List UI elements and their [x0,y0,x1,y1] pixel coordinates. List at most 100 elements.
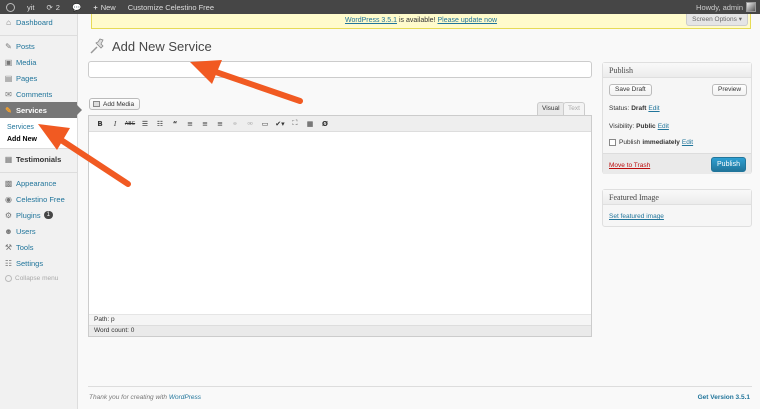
spellcheck-icon[interactable]: ✔▾ [274,118,286,129]
sidebar-item-tools[interactable]: ⚒ Tools [0,239,77,255]
submenu-item-services[interactable]: Services [0,121,77,133]
wp-logo-menu[interactable] [0,0,21,14]
editor-path: Path: p [89,314,591,325]
editor-content-area[interactable] [89,132,591,314]
set-featured-image-link[interactable]: Set featured image [609,213,664,220]
pin-icon: ✎ [5,41,12,51]
wordpress-logo-icon [6,2,15,12]
sidebar-item-testimonials[interactable]: ▦ Testimonials [0,151,77,167]
tools-icon: ⚒ [4,242,13,252]
kitchen-sink-icon[interactable]: ▦ [304,118,316,129]
plus-icon: + [93,2,98,12]
featured-image-box: Featured Image Set featured image [602,189,752,227]
submenu-item-add-new[interactable]: Add New [0,133,77,145]
publish-box-title: Publish [603,63,751,78]
menu-separator [0,30,77,36]
users-icon: ☻ [4,226,13,236]
strikethrough-icon[interactable]: ABC [124,118,136,129]
refresh-icon: ⟳ [46,2,53,12]
bullet-list-icon[interactable]: ☰ [139,118,151,129]
align-center-icon[interactable]: ≡ [199,118,211,129]
unlink-icon[interactable]: ⚮ [244,118,256,129]
admin-bar: yit ⟳ 2 💬 + New Customize Celestino Free H… [0,0,760,14]
numbered-list-icon[interactable]: ☷ [154,118,166,129]
settings-icon: ☷ [4,258,13,268]
footer-divider [88,386,752,387]
media-icon: ▣ [4,57,13,67]
schedule-row: Publish immediately Edit [609,139,693,146]
sidebar-item-pages[interactable]: ▤ Pages [0,70,77,86]
collapse-icon [5,274,12,282]
services-submenu: Services Add New [0,118,77,149]
collapse-menu-button[interactable]: Collapse menu [0,271,77,285]
wordpress-link[interactable]: WordPress [169,394,201,401]
publish-actions: Move to Trash Publish [603,153,751,174]
featured-image-title: Featured Image [603,190,751,205]
fullscreen-icon[interactable]: ⛶ [289,118,301,129]
updates-link[interactable]: ⟳ 2 [41,0,66,14]
dashboard-icon: ⌂ [6,17,11,27]
comments-link[interactable]: 💬 [66,0,87,14]
comment-bubble-icon: 💬 [71,2,82,12]
italic-icon[interactable]: I [109,118,121,129]
page-header: Add New Service [89,37,212,55]
edit-visibility-link[interactable]: Edit [658,123,669,130]
editor-toolbar: B I ABC ☰ ☷ “ ≡ ≡ ≡ ⚭ ⚮ ▭ ✔▾ ⛶ ▦ Ø [89,116,591,132]
customize-link[interactable]: Customize Celestino Free [122,0,220,14]
services-icon: ✎ [5,105,12,115]
align-right-icon[interactable]: ≡ [214,118,226,129]
publish-button[interactable]: Publish [711,157,746,172]
sidebar-item-plugins[interactable]: ⚙ Plugins 1 [0,207,77,223]
testimonials-icon: ▦ [4,154,13,164]
sidebar-item-comments[interactable]: ✉ Comments [0,86,77,102]
media-icon [93,101,100,107]
bold-icon[interactable]: B [94,118,106,129]
visibility-row: Visibility: Public Edit [609,123,669,130]
new-content-link[interactable]: + New [87,0,121,14]
sidebar-item-posts[interactable]: ✎ Posts [0,38,77,54]
sidebar-item-appearance[interactable]: ▩ Appearance [0,175,77,191]
content-editor: B I ABC ☰ ☷ “ ≡ ≡ ≡ ⚭ ⚮ ▭ ✔▾ ⛶ ▦ Ø Path:… [88,115,592,337]
edit-status-link[interactable]: Edit [648,105,659,112]
comment-icon: ✉ [5,89,12,99]
appearance-icon: ▩ [4,178,13,188]
admin-sidebar: ⌂ Dashboard ✎ Posts ▣ Media ▤ Pages ✉ Comment… [0,14,82,409]
pushpin-icon [90,38,104,54]
menu-separator [0,167,77,173]
link-icon[interactable]: ⚭ [229,118,241,129]
sidebar-item-dashboard[interactable]: ⌂ Dashboard [0,14,77,30]
sidebar-item-celestino-free[interactable]: ◉ Celestino Free [0,191,77,207]
wordpress-version-link[interactable]: WordPress 3.5.1 [345,17,397,24]
screen-options-button[interactable]: Screen Options ▾ [686,14,748,26]
plugins-update-badge: 1 [43,211,53,219]
update-now-link[interactable]: Please update now [437,17,497,24]
sidebar-item-media[interactable]: ▣ Media [0,54,77,70]
blockquote-icon[interactable]: “ [169,118,181,129]
sidebar-item-users[interactable]: ☻ Users [0,223,77,239]
word-count: Word count: 0 [89,325,591,336]
calendar-icon [609,139,616,146]
get-version-link[interactable]: Get Version 3.5.1 [698,394,750,401]
account-menu[interactable]: Howdy, admin [696,2,760,12]
align-left-icon[interactable]: ≡ [184,118,196,129]
sidebar-item-services[interactable]: ✎ Services [0,102,82,118]
theme-icon: ◉ [5,194,12,204]
page-title: Add New Service [112,38,212,54]
footer-credit: Thank you for creating with WordPress [89,394,202,401]
status-row: Status: Draft Edit [609,105,660,112]
site-name-link[interactable]: yit [21,0,41,14]
avatar [746,2,756,12]
title-input[interactable] [88,61,592,78]
tab-visual[interactable]: Visual [537,102,565,115]
edit-schedule-link[interactable]: Edit [682,139,693,146]
shortcode-icon[interactable]: Ø [319,118,331,129]
publish-box: Publish Save Draft Preview Status: Draft… [602,62,752,174]
tab-text[interactable]: Text [563,102,585,115]
page-icon: ▤ [4,73,13,83]
preview-button[interactable]: Preview [712,84,748,96]
move-to-trash-link[interactable]: Move to Trash [609,162,650,169]
save-draft-button[interactable]: Save Draft [609,84,652,96]
add-media-button[interactable]: Add Media [89,98,141,110]
read-more-icon[interactable]: ▭ [259,118,271,129]
sidebar-item-settings[interactable]: ☷ Settings [0,255,77,271]
